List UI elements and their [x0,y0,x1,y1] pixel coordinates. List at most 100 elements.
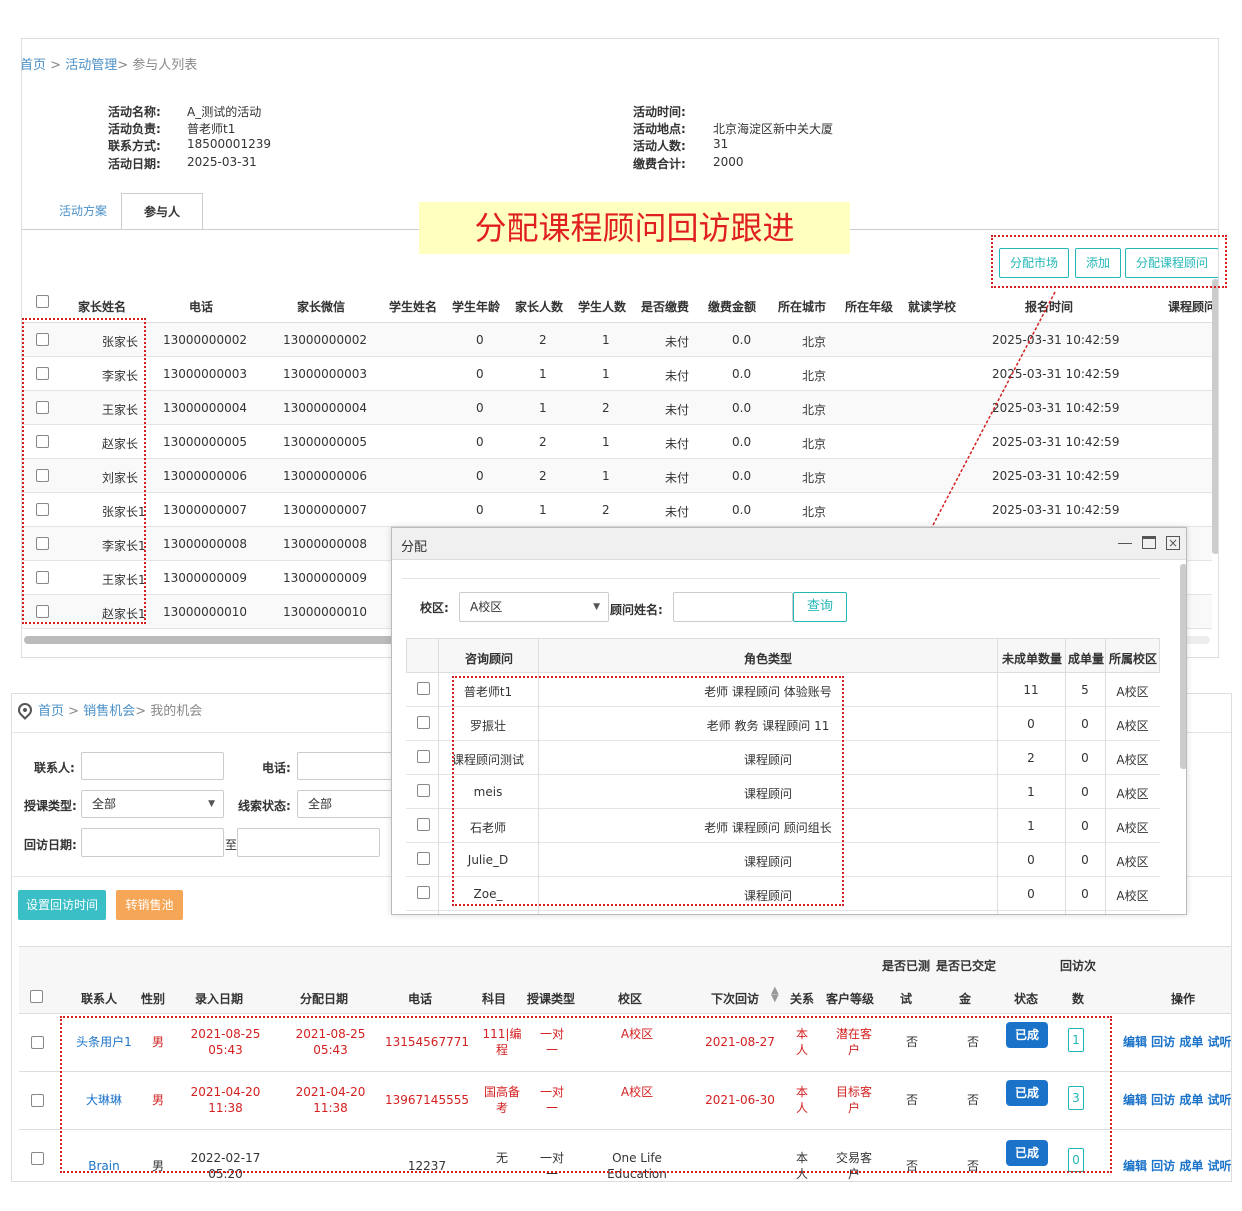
col-visits-2: 数 [1072,992,1085,1006]
col-relation: 关系 [790,992,815,1006]
row-checkbox[interactable] [417,852,430,865]
vertical-scrollbar[interactable] [1180,564,1186,769]
row-actions[interactable]: 编辑 回访 成单 试听 [1123,1034,1231,1050]
close-icon[interactable]: × [1166,536,1180,550]
row-checkbox[interactable] [417,818,430,831]
breadcrumb-current: 我的机会 [150,704,203,719]
cell-campus: A校区 [1116,719,1149,733]
cell-open: 0 [1027,887,1035,901]
cell-open: 0 [1027,717,1035,731]
cell-campus: A校区 [1116,821,1149,835]
col-role: 角色类型 [744,652,793,666]
sort-icon[interactable]: ▲ ▼ [771,986,779,1004]
advisor-table-header: 咨询顾问 角色类型 未成单数量 成单量 所属校区 [406,638,1160,673]
cell-closed: 0 [1081,751,1089,765]
cell-open: 1 [1027,785,1035,799]
chevron-down-icon: ▼ [593,602,600,612]
advisor-name-input[interactable] [673,592,793,622]
phone-label: 电话: [262,761,291,775]
breadcrumb-sales[interactable]: 销售机会 [83,704,135,719]
row-checkbox[interactable] [31,1152,44,1165]
col-status: 状态 [1014,992,1039,1006]
cell-closed: 0 [1081,853,1089,867]
select-all-checkbox[interactable] [30,990,43,1003]
highlight-advisors [452,676,844,906]
col-next-visit[interactable]: 下次回访 [711,990,759,1007]
minimize-icon[interactable] [1118,543,1132,544]
col-divider [1105,638,1106,914]
col-operations: 操作 [1171,992,1196,1006]
breadcrumb-home[interactable]: 首页 [38,704,64,719]
visit-date-label: 回访日期: [24,838,77,852]
contact-input[interactable] [81,752,224,780]
opportunities-table-header: 联系人 性别 录入日期 分配日期 电话 科目 授课类型 校区 下次回访 ▲ ▼ 关… [19,946,1231,1014]
maximize-icon[interactable] [1142,536,1156,549]
breadcrumb-sep: > [64,704,84,719]
col-campus: 校区 [618,992,643,1006]
to-label: 至 [225,838,238,852]
cell-closed: 0 [1081,819,1089,833]
course-type-select[interactable]: 全部 ▼ [81,790,224,818]
transfer-pool-button[interactable]: 转销售池 [116,890,183,920]
row-checkbox[interactable] [417,716,430,729]
col-closed-count: 成单量 [1068,652,1105,666]
cell-closed: 0 [1081,717,1089,731]
col-advisor: 咨询顾问 [465,652,514,666]
row-checkbox[interactable] [417,886,430,899]
visit-date-to-input[interactable] [237,828,380,857]
set-visit-time-button[interactable]: 设置回访时间 [18,890,106,920]
cell-closed: 5 [1081,683,1089,697]
lead-status-value: 全部 [308,797,333,811]
dialog-titlebar: 分配 × [392,528,1186,560]
cell-open: 11 [1023,683,1039,697]
breadcrumb-2: 首页 > 销售机会> 我的机会 [15,700,203,720]
row-checkbox[interactable] [417,682,430,695]
col-deposit-2: 金 [959,992,972,1006]
col-gender: 性别 [141,992,166,1006]
col-assign-date: 分配日期 [300,992,349,1006]
row-checkbox[interactable] [31,1036,44,1049]
row-checkbox[interactable] [31,1094,44,1107]
col-entry-date: 录入日期 [195,992,244,1006]
dialog-title: 分配 [401,540,428,555]
search-button[interactable]: 查询 [793,592,847,622]
row-actions[interactable]: 编辑 回访 成单 试听 [1123,1158,1231,1174]
campus-select[interactable]: A校区 ▼ [459,592,609,622]
cell-campus: A校区 [1116,685,1149,699]
cell-open: 2 [1027,751,1035,765]
phone-input[interactable] [297,752,397,780]
cell-open: 1 [1027,819,1035,833]
visit-date-from-input[interactable] [81,828,224,857]
location-icon [15,700,35,720]
col-course-type: 授课类型 [527,992,576,1006]
row-actions[interactable]: 编辑 回访 成单 试听 [1123,1092,1231,1108]
advisor-name-label: 顾问姓名: [610,603,663,617]
col-tested: 是否已测 [882,959,931,973]
row-checkbox[interactable] [417,750,430,763]
col-tested-2: 试 [900,992,913,1006]
col-level: 客户等级 [826,992,875,1006]
col-divider [997,638,998,914]
campus-label: 校区: [420,601,449,615]
cell-closed: 0 [1081,785,1089,799]
cell-closed: 0 [1081,887,1089,901]
col-subject: 科目 [482,992,507,1006]
col-contact: 联系人 [81,992,118,1006]
cell-campus: A校区 [1116,787,1149,801]
col-divider [438,638,439,914]
contact-label: 联系人: [34,761,75,775]
row-checkbox[interactable] [417,784,430,797]
campus-value: A校区 [470,600,503,614]
course-type-value: 全部 [92,797,117,811]
highlight-opportunity-rows [60,1016,1112,1173]
assign-dialog: 分配 × 校区: A校区 ▼ 顾问姓名: 查询 咨询顾问 角色类型 未成单数量 成… [391,527,1187,915]
chevron-down-icon: ▼ [208,799,215,809]
col-campus: 所属校区 [1109,652,1158,666]
cell-campus: A校区 [1116,855,1149,869]
col-phone: 电话 [408,992,433,1006]
col-open-count: 未成单数量 [1002,652,1063,666]
lead-status-select[interactable]: 全部 [297,790,397,818]
cell-campus: A校区 [1116,753,1149,767]
course-type-label: 授课类型: [24,799,77,813]
lead-status-label: 线索状态: [238,799,291,813]
